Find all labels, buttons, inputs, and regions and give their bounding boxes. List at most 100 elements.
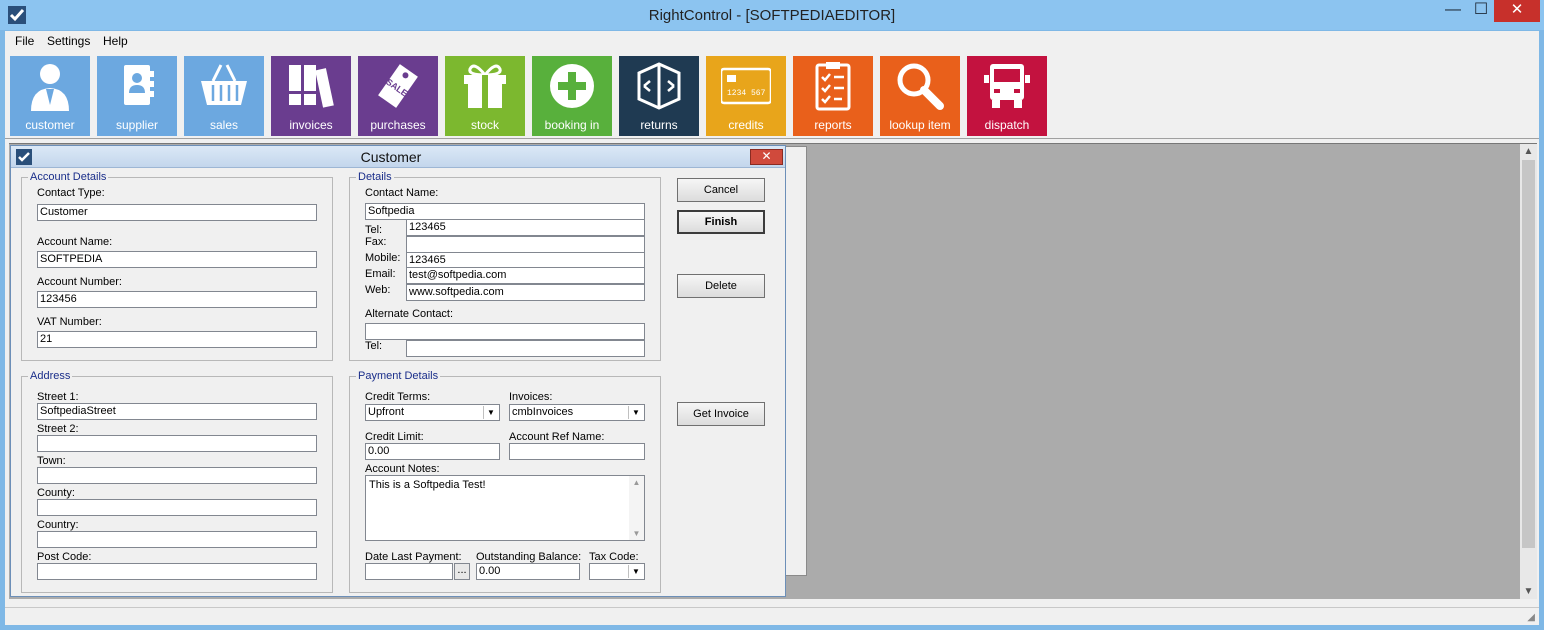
customer-button[interactable]: customer bbox=[10, 56, 90, 136]
workspace-vertical-scrollbar[interactable]: ▲ ▼ bbox=[1520, 144, 1537, 599]
maximize-button[interactable]: ☐ bbox=[1468, 0, 1494, 22]
returns-button[interactable]: returns bbox=[619, 56, 699, 136]
street2-field[interactable] bbox=[37, 435, 317, 452]
vat-number-field[interactable]: 21 bbox=[37, 331, 317, 348]
tel-label: Tel: bbox=[365, 224, 383, 236]
invoices-combo[interactable]: cmbInvoices ▼ bbox=[509, 404, 645, 421]
scroll-thumb[interactable] bbox=[1522, 160, 1535, 548]
toolbar-label: invoices bbox=[289, 118, 333, 132]
menu-help[interactable]: Help bbox=[103, 34, 128, 48]
close-window-button[interactable]: ✕ bbox=[1494, 0, 1540, 22]
scroll-up-icon[interactable]: ▲ bbox=[1520, 146, 1537, 157]
date-picker-button[interactable]: ... bbox=[454, 563, 470, 580]
dispatch-button[interactable]: dispatch bbox=[967, 56, 1047, 136]
title-bar: RightControl - [SOFTPEDIAEDITOR] — ☐ ✕ bbox=[0, 0, 1544, 30]
toolbar-label: booking in bbox=[544, 118, 600, 132]
finish-button[interactable]: Finish bbox=[677, 210, 765, 234]
email-field[interactable]: test@softpedia.com bbox=[406, 267, 645, 284]
address-book-icon bbox=[124, 65, 154, 105]
outstanding-balance-label: Outstanding Balance: bbox=[476, 551, 582, 563]
minimize-button[interactable]: — bbox=[1438, 0, 1468, 22]
contact-name-label: Contact Name: bbox=[365, 187, 439, 199]
email-label: Email: bbox=[365, 268, 396, 280]
contact-type-label: Contact Type: bbox=[37, 187, 105, 199]
credits-button[interactable]: 1234 567 credits bbox=[706, 56, 786, 136]
toolbar-label: customer bbox=[25, 118, 75, 132]
town-label: Town: bbox=[37, 455, 66, 467]
credit-terms-combo[interactable]: Upfront ▼ bbox=[365, 404, 500, 421]
account-notes-textarea[interactable]: This is a Softpedia Test! ▲ ▼ bbox=[365, 475, 645, 541]
tax-code-combo[interactable]: ▼ bbox=[589, 563, 645, 580]
window-title: RightControl - [SOFTPEDIAEDITOR] bbox=[648, 7, 896, 24]
address-group: Address Street 1: SoftpediaStreet Street… bbox=[21, 370, 333, 593]
menu-settings[interactable]: Settings bbox=[47, 34, 90, 48]
toolbar-label: sales bbox=[209, 118, 238, 132]
dialog-close-button[interactable]: ✕ bbox=[750, 149, 783, 165]
group-legend: Payment Details bbox=[356, 370, 441, 382]
scroll-down-icon[interactable]: ▼ bbox=[1520, 586, 1537, 597]
status-bar: ◢ bbox=[5, 607, 1539, 625]
invoices-value: cmbInvoices bbox=[512, 406, 574, 418]
scroll-up-icon[interactable]: ▲ bbox=[629, 478, 644, 487]
delete-button[interactable]: Delete bbox=[677, 274, 765, 298]
chevron-down-icon[interactable]: ▼ bbox=[628, 565, 643, 578]
fax-label: Fax: bbox=[365, 236, 387, 248]
menu-bar: File Settings Help bbox=[5, 31, 1539, 51]
lookup-item-button[interactable]: lookup item bbox=[880, 56, 960, 136]
reports-button[interactable]: reports bbox=[793, 56, 873, 136]
notes-scrollbar[interactable]: ▲ ▼ bbox=[629, 476, 644, 540]
account-number-field[interactable]: 123456 bbox=[37, 291, 317, 308]
stock-button[interactable]: stock bbox=[445, 56, 525, 136]
invoices-button[interactable]: invoices bbox=[271, 56, 351, 136]
payment-details-group: Payment Details Credit Terms: Upfront ▼ … bbox=[349, 370, 661, 593]
post-code-label: Post Code: bbox=[37, 551, 92, 563]
town-field[interactable] bbox=[37, 467, 317, 484]
sales-button[interactable]: sales bbox=[184, 56, 264, 136]
account-notes-label: Account Notes: bbox=[365, 463, 440, 475]
date-last-payment-field[interactable] bbox=[365, 563, 453, 580]
account-name-field[interactable]: SOFTPEDIA bbox=[37, 251, 317, 268]
account-details-group: Account Details Contact Type: Customer A… bbox=[21, 171, 333, 361]
tel-field[interactable]: 123465 bbox=[406, 219, 645, 236]
purchases-button[interactable]: SALE purchases bbox=[358, 56, 438, 136]
toolbar-label: reports bbox=[814, 118, 852, 132]
account-ref-field[interactable] bbox=[509, 443, 645, 460]
outstanding-balance-field[interactable]: 0.00 bbox=[476, 563, 580, 580]
vat-number-label: VAT Number: bbox=[37, 316, 102, 328]
country-field[interactable] bbox=[37, 531, 317, 548]
chevron-down-icon[interactable]: ▼ bbox=[483, 406, 498, 419]
credit-terms-value: Upfront bbox=[368, 406, 405, 418]
customer-dialog: Customer ✕ Account Details Contact Type:… bbox=[10, 145, 786, 597]
cancel-button[interactable]: Cancel bbox=[677, 178, 765, 202]
credit-card-icon: 1234 567 bbox=[721, 67, 771, 105]
toolbar-label: purchases bbox=[370, 118, 426, 132]
street1-field[interactable]: SoftpediaStreet bbox=[37, 403, 317, 420]
alternate-contact-field[interactable] bbox=[365, 323, 645, 340]
fax-field[interactable] bbox=[406, 236, 645, 253]
supplier-button[interactable]: supplier bbox=[97, 56, 177, 136]
booking-in-button[interactable]: booking in bbox=[532, 56, 612, 136]
street1-label: Street 1: bbox=[37, 391, 79, 403]
chevron-down-icon[interactable]: ▼ bbox=[628, 406, 643, 419]
basket-icon bbox=[201, 64, 247, 105]
post-code-field[interactable] bbox=[37, 563, 317, 580]
scroll-down-icon[interactable]: ▼ bbox=[629, 529, 644, 538]
county-field[interactable] bbox=[37, 499, 317, 516]
get-invoice-button[interactable]: Get Invoice bbox=[677, 402, 765, 426]
resize-grip-icon[interactable]: ◢ bbox=[1527, 612, 1535, 623]
contact-type-field[interactable]: Customer bbox=[37, 204, 317, 221]
country-label: Country: bbox=[37, 519, 79, 531]
dialog-title-bar: Customer ✕ bbox=[11, 146, 785, 168]
contact-name-field[interactable]: Softpedia bbox=[365, 203, 645, 220]
account-name-label: Account Name: bbox=[37, 236, 113, 248]
web-field[interactable]: www.softpedia.com bbox=[406, 284, 645, 301]
group-legend: Account Details bbox=[28, 171, 109, 183]
magnifier-icon bbox=[897, 63, 944, 110]
toolbar-label: lookup item bbox=[889, 118, 951, 132]
web-label: Web: bbox=[365, 284, 391, 296]
group-legend: Details bbox=[356, 171, 394, 183]
alternate-tel-field[interactable] bbox=[406, 340, 645, 357]
menu-file[interactable]: File bbox=[15, 34, 34, 48]
credit-limit-field[interactable]: 0.00 bbox=[365, 443, 500, 460]
account-ref-label: Account Ref Name: bbox=[509, 431, 605, 443]
